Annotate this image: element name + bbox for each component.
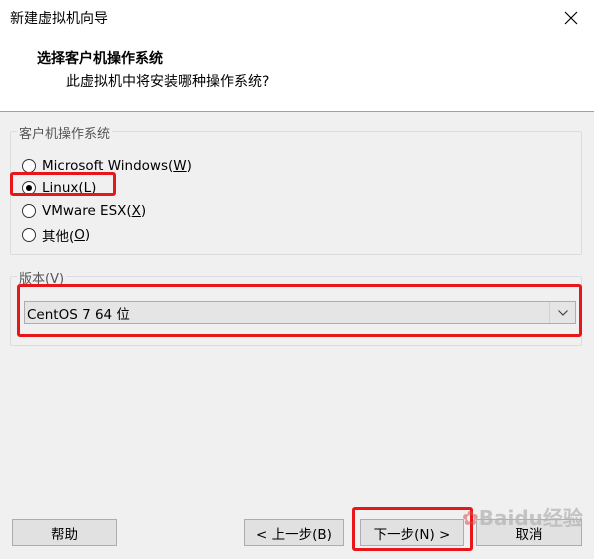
radio-label-suffix: ) [186,158,192,174]
mnemonic: W [173,158,187,174]
chevron-down-icon [557,309,568,316]
radio-label: Microsoft Windows( [42,158,174,174]
mnemonic: L [83,180,92,196]
mnemonic: O [74,227,85,243]
radio-label-suffix: ) [91,180,97,196]
close-button[interactable] [548,0,594,36]
radio-button-checked[interactable] [22,181,36,195]
window-title: 新建虚拟机向导 [10,11,108,27]
version-selected: CentOS 7 64 位 [27,306,130,323]
title-bar: 新建虚拟机向导 [0,0,594,36]
page-title: 选择客户机操作系统 [37,51,163,67]
guest-os-legend: 客户机操作系统 [17,123,113,142]
radio-label: 其他( [42,229,75,245]
radio-vmware-esx[interactable]: VMware ESX(X) [22,201,146,221]
dropdown-arrow[interactable] [549,302,575,323]
close-icon [564,11,578,25]
version-legend: 版本(V) [17,268,67,287]
radio-label-suffix: ) [140,203,147,219]
next-button[interactable]: 下一步(N) > [360,519,464,546]
help-button[interactable]: 帮助 [12,519,117,546]
radio-linux[interactable]: Linux(L) [22,178,96,198]
watermark: ✿Baidu经验 [462,502,583,531]
radio-windows[interactable]: Microsoft Windows(W) [22,156,192,176]
mnemonic: X [131,203,141,219]
radio-label-suffix: ) [84,227,91,243]
radio-label: Linux( [42,180,84,196]
radio-button[interactable] [22,204,36,218]
radio-button[interactable] [22,159,36,173]
paw-icon: ✿ [462,506,479,530]
radio-other[interactable]: 其他(O) [22,225,90,245]
page-subtitle: 此虚拟机中将安装哪种操作系统? [66,74,270,90]
version-dropdown[interactable]: CentOS 7 64 位 [24,301,576,324]
back-button[interactable]: < 上一步(B) [244,519,344,546]
radio-button[interactable] [22,228,36,242]
radio-label: VMware ESX( [42,203,132,219]
watermark-text: Baidu经验 [478,506,583,530]
wizard-header: 选择客户机操作系统 此虚拟机中将安装哪种操作系统? [0,36,594,112]
